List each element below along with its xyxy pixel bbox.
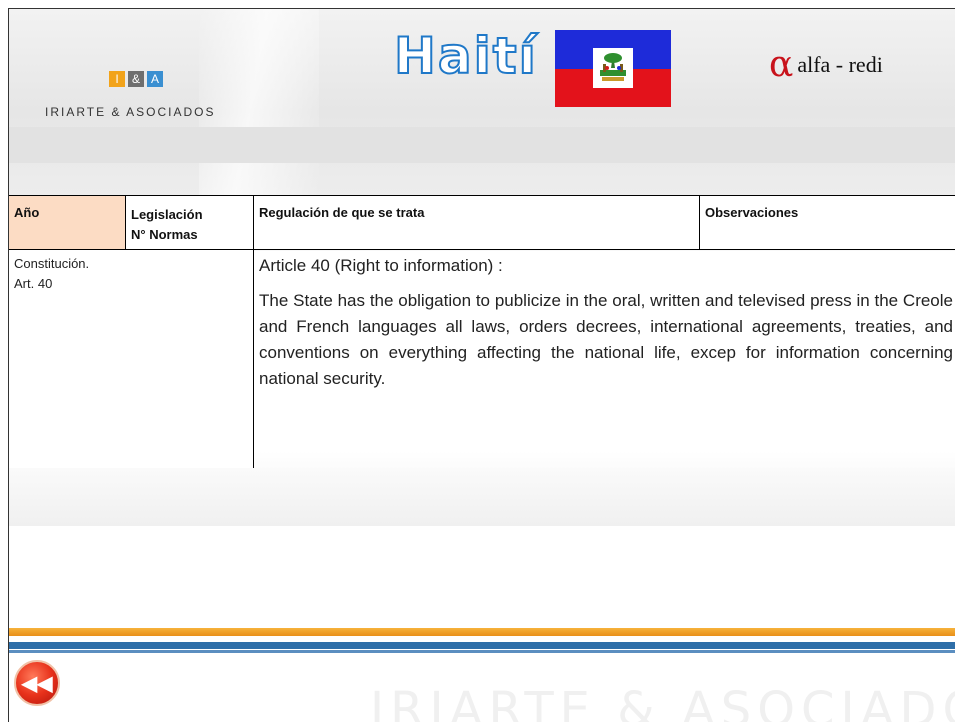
flag-emblem-icon	[593, 48, 633, 88]
header-stripe	[9, 127, 955, 163]
left-border	[8, 8, 9, 722]
footer-thin-bar	[8, 650, 955, 653]
article-body: The State has the obligation to publiciz…	[259, 291, 953, 388]
back-button[interactable]: ◀◀	[14, 660, 60, 706]
alfa-logo-text: alfa - redi	[797, 52, 883, 77]
header-anio: Año	[8, 195, 126, 250]
article-title: Article 40 (Right to information) :	[259, 256, 503, 275]
table-header-row: Año Legislación N° Normas Regulación de …	[8, 195, 955, 250]
header-band: I & A IRIARTE & ASOCIADOS Haití α alfa -…	[8, 8, 955, 195]
rewind-icon: ◀◀	[21, 672, 53, 695]
footer-watermark: IRIARTE & ASOCIADOS	[370, 682, 955, 722]
ia-logo: I & A	[109, 71, 163, 87]
slide: I & A IRIARTE & ASOCIADOS Haití α alfa -…	[0, 0, 955, 722]
ia-logo-i: I	[109, 71, 125, 87]
header-regulacion: Regulación de que se trata	[253, 195, 700, 250]
header-observaciones: Observaciones	[699, 195, 955, 250]
legislacion-article: Art. 40	[14, 276, 53, 291]
header-swoosh	[199, 9, 319, 195]
alfa-symbol-icon: α	[769, 44, 794, 85]
page-title: Haití	[393, 26, 538, 86]
ia-logo-amp: &	[128, 71, 144, 87]
footer-blue-bar	[8, 642, 955, 649]
alfa-redi-logo: α alfa - redi	[769, 47, 883, 83]
header-legislacion: Legislación N° Normas	[125, 195, 254, 250]
haiti-flag-icon	[555, 30, 671, 107]
ia-logo-a: A	[147, 71, 163, 87]
mid-band	[8, 468, 955, 526]
header-legislacion-line2: N° Normas	[131, 227, 198, 242]
ia-company-name: IRIARTE & ASOCIADOS	[45, 105, 216, 119]
footer-orange-bar	[8, 628, 955, 636]
header-legislacion-line1: Legislación	[131, 207, 203, 222]
legislacion-name: Constitución.	[14, 256, 90, 271]
